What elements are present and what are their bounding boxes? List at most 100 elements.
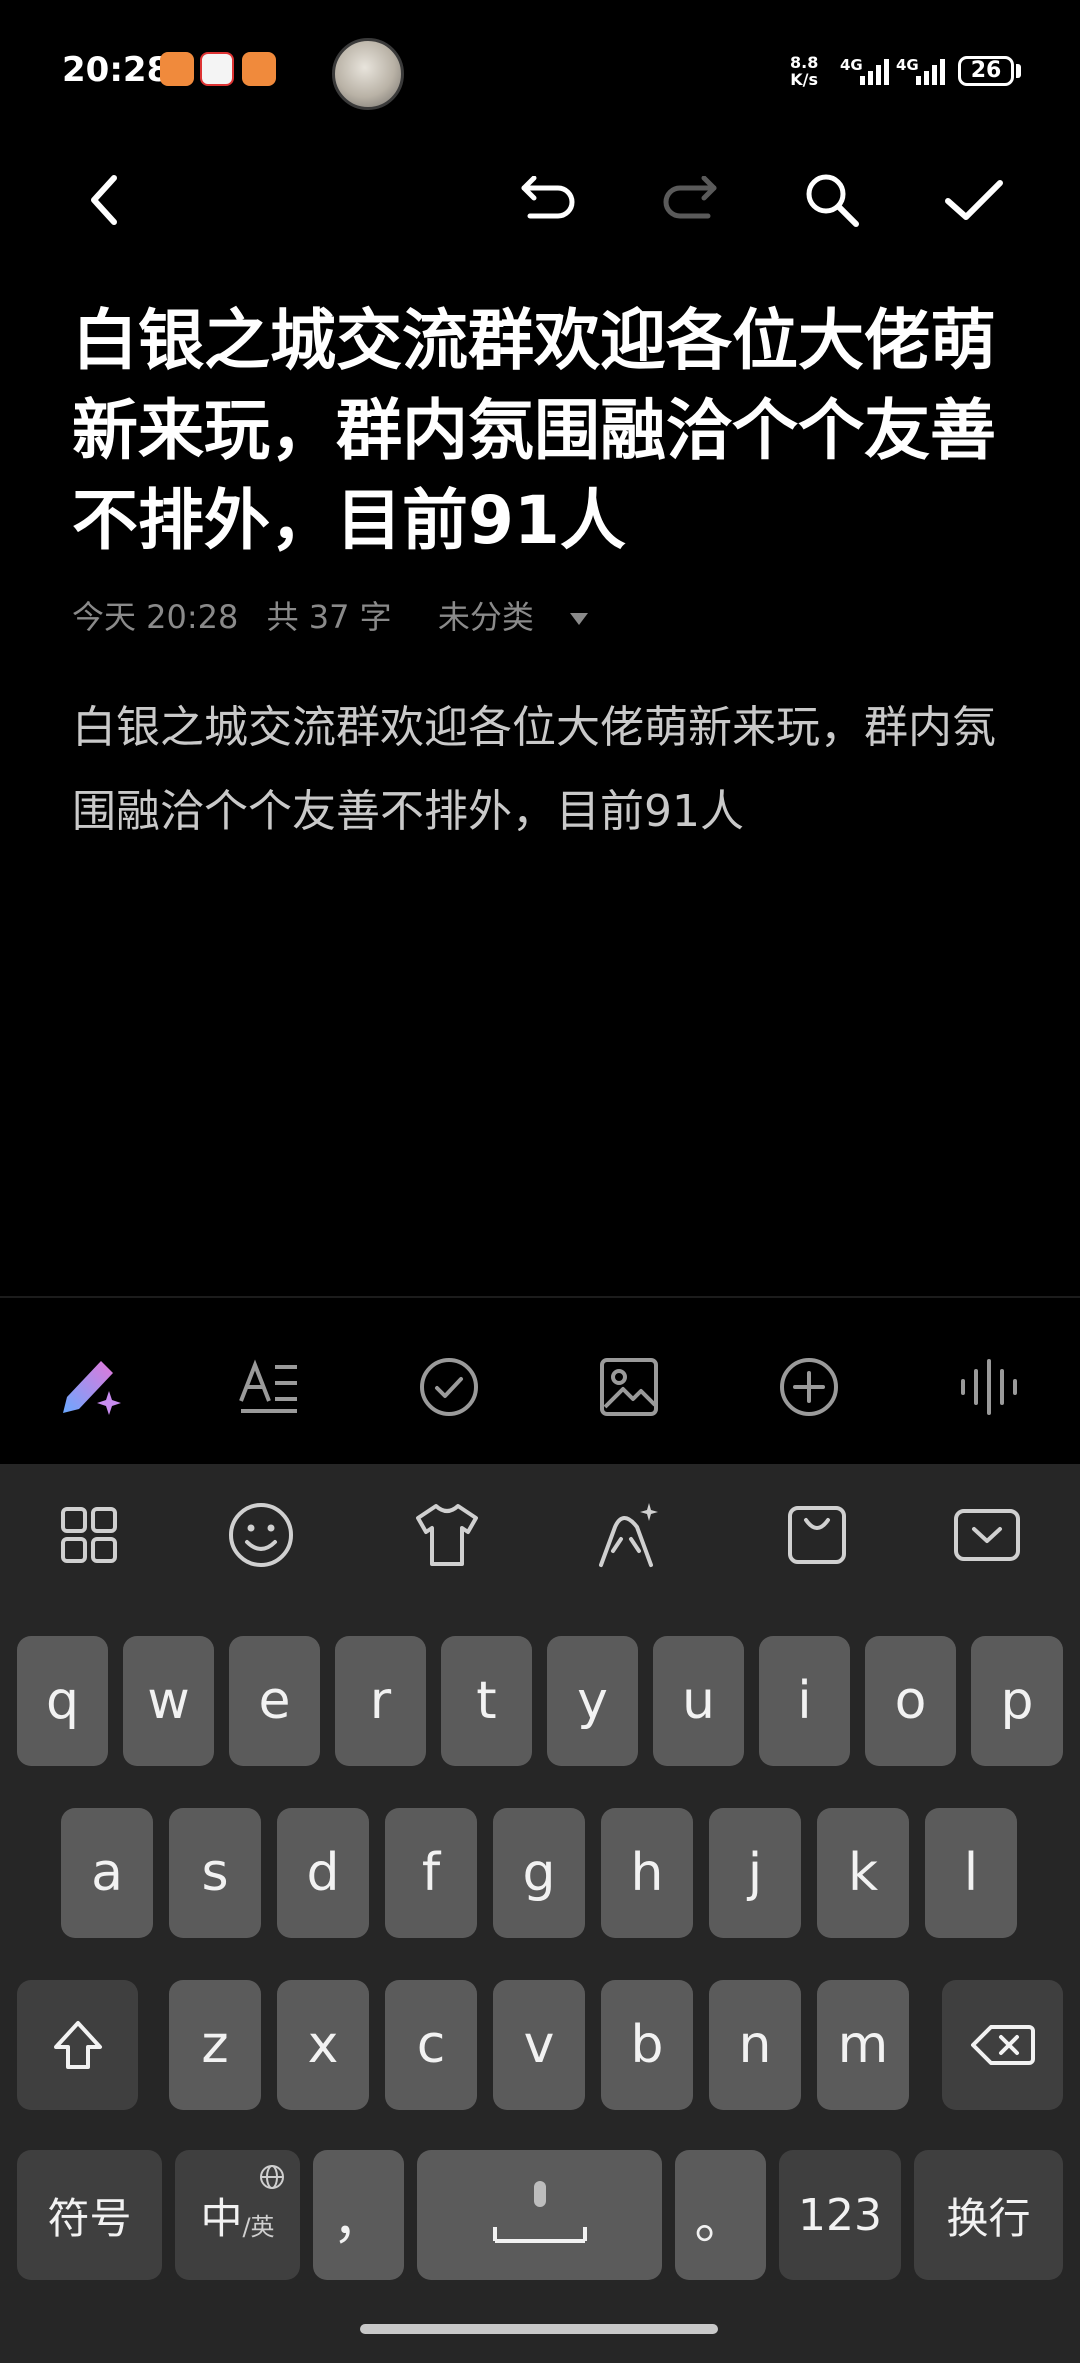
bag-icon bbox=[788, 1506, 846, 1564]
ai-pen-sparkle-icon bbox=[63, 1361, 121, 1415]
key-i[interactable]: i bbox=[759, 1636, 850, 1766]
network-speed-value: 8.8 bbox=[790, 53, 819, 72]
key-l[interactable]: l bbox=[925, 1808, 1017, 1938]
insert-image-button[interactable] bbox=[584, 1342, 674, 1432]
key-r[interactable]: r bbox=[335, 1636, 426, 1766]
globe-icon bbox=[260, 2165, 284, 2189]
text-format-button[interactable] bbox=[224, 1342, 314, 1432]
backspace-icon bbox=[970, 2025, 1035, 2065]
mic-space-icon bbox=[492, 2181, 587, 2243]
period-key[interactable]: 。 bbox=[675, 2150, 766, 2280]
key-y[interactable]: y bbox=[547, 1636, 638, 1766]
signal-bars-icon bbox=[860, 59, 889, 85]
key-d[interactable]: d bbox=[277, 1808, 369, 1938]
image-icon bbox=[600, 1358, 658, 1416]
key-j[interactable]: j bbox=[709, 1808, 801, 1938]
notification-app-icon bbox=[242, 52, 276, 86]
key-w[interactable]: w bbox=[123, 1636, 214, 1766]
audio-wave-icon bbox=[961, 1359, 1017, 1415]
note-date: 今天 20:28 bbox=[72, 598, 239, 636]
redo-icon bbox=[663, 176, 717, 219]
skin-theme-button[interactable] bbox=[402, 1490, 492, 1580]
signal-bars-icon bbox=[916, 59, 945, 85]
checklist-button[interactable] bbox=[404, 1342, 494, 1432]
key-b[interactable]: b bbox=[601, 1980, 693, 2110]
check-circle-icon bbox=[420, 1358, 478, 1416]
key-q[interactable]: q bbox=[17, 1636, 108, 1766]
space-key[interactable] bbox=[417, 2150, 662, 2280]
note-body[interactable]: 白银之城交流群欢迎各位大佬萌新来玩，群内氛围融洽个个友善不排外，目前91人 bbox=[72, 686, 1012, 854]
check-icon bbox=[945, 180, 1003, 220]
comma-key[interactable]: ， bbox=[313, 2150, 404, 2280]
shift-arrow-icon bbox=[53, 2021, 102, 2069]
done-button[interactable] bbox=[934, 160, 1014, 240]
redo-button[interactable] bbox=[650, 160, 730, 240]
divider bbox=[0, 1296, 1080, 1298]
network-speed: 8.8 K/s bbox=[790, 54, 818, 88]
key-o[interactable]: o bbox=[865, 1636, 956, 1766]
key-f[interactable]: f bbox=[385, 1808, 477, 1938]
key-t[interactable]: t bbox=[441, 1636, 532, 1766]
keyboard-menu-button[interactable] bbox=[44, 1490, 134, 1580]
key-e[interactable]: e bbox=[229, 1636, 320, 1766]
ai-sparkle-icon bbox=[599, 1503, 658, 1567]
language-main-label: 中 bbox=[200, 2193, 243, 2243]
note-title[interactable]: 白银之城交流群欢迎各位大佬萌新来玩，群内氛围融洽个个友善不排外，目前91人 bbox=[72, 296, 1012, 566]
network-speed-unit: K/s bbox=[790, 70, 819, 89]
key-g[interactable]: g bbox=[493, 1808, 585, 1938]
grid-icon bbox=[61, 1507, 117, 1563]
enter-key-label: 换行 bbox=[946, 2193, 1031, 2243]
ai-assistant-button[interactable] bbox=[44, 1342, 134, 1432]
key-c[interactable]: c bbox=[385, 1980, 477, 2110]
battery-icon: 26 bbox=[958, 56, 1014, 86]
key-h[interactable]: h bbox=[601, 1808, 693, 1938]
text-format-icon bbox=[239, 1359, 297, 1413]
back-button[interactable] bbox=[64, 160, 144, 240]
hide-keyboard-button[interactable] bbox=[942, 1490, 1032, 1580]
plus-circle-icon bbox=[780, 1358, 838, 1416]
undo-button[interactable] bbox=[508, 160, 588, 240]
key-v[interactable]: v bbox=[493, 1980, 585, 2110]
category-label: 未分类 bbox=[437, 598, 534, 636]
language-switch-key[interactable]: 中 /英 bbox=[175, 2150, 300, 2280]
chevron-left-icon bbox=[91, 175, 117, 225]
note-meta: 今天 20:28 共 37 字 未分类 bbox=[72, 592, 608, 638]
floating-avatar[interactable] bbox=[332, 38, 404, 110]
key-a[interactable]: a bbox=[61, 1808, 153, 1938]
battery-tip bbox=[1016, 64, 1021, 78]
notification-app-icon bbox=[200, 52, 234, 86]
search-icon bbox=[806, 174, 859, 227]
backspace-key[interactable] bbox=[942, 1980, 1063, 2110]
symbols-key[interactable]: 符号 bbox=[17, 2150, 162, 2280]
symbols-key-label: 符号 bbox=[47, 2193, 132, 2243]
smiley-icon bbox=[229, 1503, 293, 1567]
status-time: 20:28 bbox=[62, 50, 171, 90]
language-alt-label: /英 bbox=[242, 2212, 275, 2241]
key-u[interactable]: u bbox=[653, 1636, 744, 1766]
key-s[interactable]: s bbox=[169, 1808, 261, 1938]
tshirt-icon bbox=[416, 1504, 478, 1566]
key-n[interactable]: n bbox=[709, 1980, 801, 2110]
key-p[interactable]: p bbox=[971, 1636, 1063, 1766]
triangle-down-icon bbox=[570, 613, 589, 625]
numbers-key[interactable]: 123 bbox=[779, 2150, 901, 2280]
category-selector[interactable]: 未分类 bbox=[438, 598, 590, 636]
home-indicator[interactable] bbox=[360, 2324, 718, 2334]
key-x[interactable]: x bbox=[277, 1980, 369, 2110]
key-m[interactable]: m bbox=[817, 1980, 909, 2110]
shift-key[interactable] bbox=[17, 1980, 138, 2110]
clipboard-button[interactable] bbox=[772, 1490, 862, 1580]
status-bar: 20:28 8.8 K/s 4G 4G 26 bbox=[0, 0, 1080, 140]
voice-record-button[interactable] bbox=[944, 1342, 1034, 1432]
ai-keyboard-button[interactable] bbox=[584, 1490, 674, 1580]
key-k[interactable]: k bbox=[817, 1808, 909, 1938]
undo-icon bbox=[521, 176, 575, 219]
enter-key[interactable]: 换行 bbox=[914, 2150, 1063, 2280]
emoji-button[interactable] bbox=[216, 1490, 306, 1580]
key-z[interactable]: z bbox=[169, 1980, 261, 2110]
note-word-count: 共 37 字 bbox=[266, 598, 392, 636]
keyboard-collapse-icon bbox=[954, 1509, 1020, 1561]
search-button[interactable] bbox=[792, 160, 872, 240]
notification-app-icon bbox=[160, 52, 194, 86]
insert-more-button[interactable] bbox=[764, 1342, 854, 1432]
